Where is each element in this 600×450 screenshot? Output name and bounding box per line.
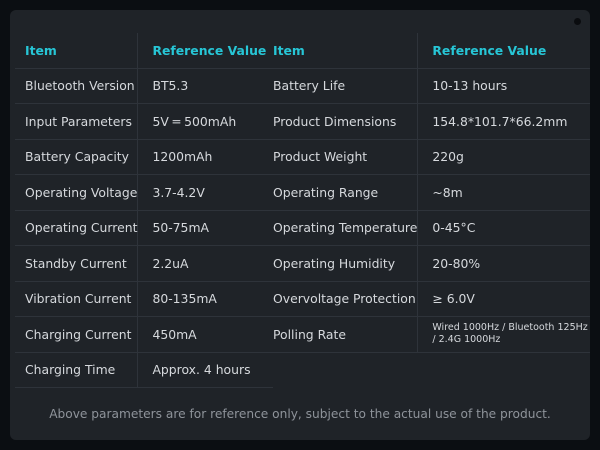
- table-row: Operating Voltage 3.7-4.2V: [15, 174, 274, 211]
- table-row: Input Parameters 5V ═ 500mAh: [15, 103, 274, 140]
- item-value: 1200mAh: [137, 139, 274, 175]
- item-label: Operating Current: [15, 210, 139, 246]
- item-value: 0-45°C: [417, 210, 590, 246]
- item-value: ≥ 6.0V: [417, 281, 590, 317]
- corner-dot: [574, 18, 581, 25]
- item-label: Operating Humidity: [263, 245, 419, 282]
- item-label: Polling Rate: [263, 316, 419, 353]
- table-row: Vibration Current 80-135mA: [15, 281, 274, 317]
- table-row: Operating Range ~8m: [263, 174, 590, 211]
- item-label: Bluetooth Version: [15, 68, 139, 104]
- item-value: 10-13 hours: [417, 68, 590, 104]
- item-value: ~8m: [417, 174, 590, 211]
- table-row: Operating Humidity 20-80%: [263, 245, 590, 282]
- item-label: Product Weight: [263, 139, 419, 175]
- item-value: 2.2uA: [137, 245, 274, 282]
- table-row: Overvoltage Protection ≥ 6.0V: [263, 281, 590, 317]
- item-label: Overvoltage Protection: [263, 281, 419, 317]
- item-value: 80-135mA: [137, 281, 274, 317]
- table-row: Battery Life 10-13 hours: [263, 68, 590, 104]
- item-value: 20-80%: [417, 245, 590, 282]
- table-row: Charging Current 450mA: [15, 316, 274, 353]
- item-value: 450mA: [137, 316, 274, 353]
- item-label: Operating Range: [263, 174, 419, 211]
- table-row: Product Weight 220g: [263, 139, 590, 175]
- table-header-row: Item Reference Value: [263, 33, 590, 69]
- item-label: Operating Voltage: [15, 174, 139, 211]
- item-label: Battery Life: [263, 68, 419, 104]
- item-label: Product Dimensions: [263, 103, 419, 140]
- header-item: Item: [263, 33, 419, 69]
- header-reference-value: Reference Value: [417, 33, 590, 69]
- item-value: 3.7-4.2V: [137, 174, 274, 211]
- item-value: 5V ═ 500mAh: [137, 103, 274, 140]
- disclaimer-text: Above parameters are for reference only,…: [49, 407, 551, 421]
- table-row: Polling Rate Wired 1000Hz / Bluetooth 12…: [263, 316, 590, 353]
- table-row: Charging Time Approx. 4 hours: [15, 352, 274, 388]
- table-row: Bluetooth Version BT5.3: [15, 68, 274, 104]
- spec-card: Item Reference Value Bluetooth Version B…: [10, 10, 590, 440]
- item-label: Charging Time: [15, 352, 139, 388]
- item-value: 50-75mA: [137, 210, 274, 246]
- table-row: Product Dimensions 154.8*101.7*66.2mm: [263, 103, 590, 140]
- item-value: 220g: [417, 139, 590, 175]
- spec-table-right: Item Reference Value Battery Life 10-13 …: [263, 33, 590, 353]
- table-header-row: Item Reference Value: [15, 33, 274, 69]
- spec-table-left: Item Reference Value Bluetooth Version B…: [15, 33, 274, 388]
- item-label: Standby Current: [15, 245, 139, 282]
- header-item: Item: [15, 33, 139, 69]
- item-label: Operating Temperature: [263, 210, 419, 246]
- item-label: Input Parameters: [15, 103, 139, 140]
- header-reference-value: Reference Value: [137, 33, 274, 69]
- table-row: Standby Current 2.2uA: [15, 245, 274, 282]
- item-value: 154.8*101.7*66.2mm: [417, 103, 590, 140]
- table-row: Operating Current 50-75mA: [15, 210, 274, 246]
- item-value: Approx. 4 hours: [137, 352, 274, 388]
- item-label: Battery Capacity: [15, 139, 139, 175]
- item-value: BT5.3: [137, 68, 274, 104]
- item-label: Vibration Current: [15, 281, 139, 317]
- item-value: Wired 1000Hz / Bluetooth 125Hz / 2.4G 10…: [417, 316, 590, 353]
- table-row: Operating Temperature 0-45°C: [263, 210, 590, 246]
- item-label: Charging Current: [15, 316, 139, 353]
- table-row: Battery Capacity 1200mAh: [15, 139, 274, 175]
